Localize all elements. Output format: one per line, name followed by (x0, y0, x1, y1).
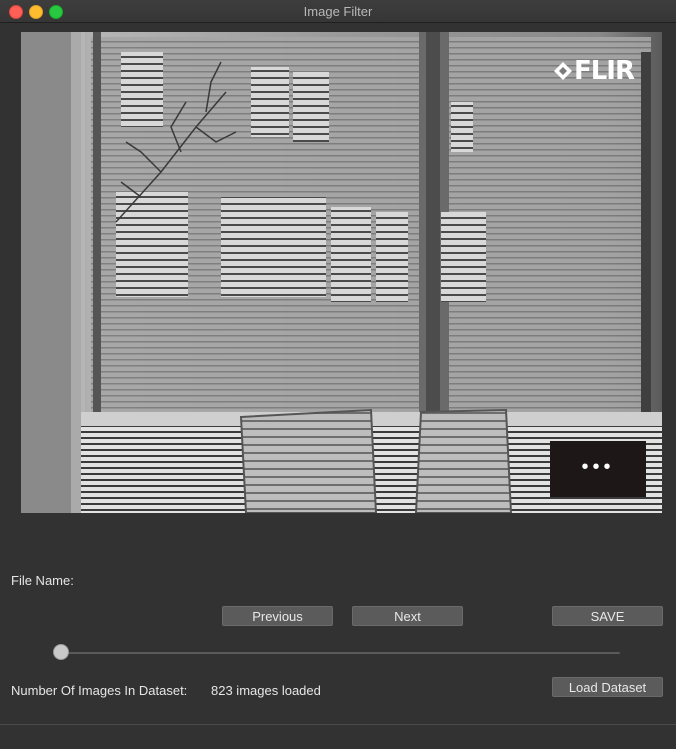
flir-logo-text: FLIR (573, 56, 635, 86)
flir-logo-mark-icon (553, 62, 572, 80)
previous-button[interactable]: Previous (222, 606, 333, 626)
next-button[interactable]: Next (352, 606, 463, 626)
more-horizontal-icon: ••• (581, 455, 615, 478)
title-bar[interactable]: Image Filter (0, 0, 676, 23)
image-count-value: 823 images loaded (211, 683, 321, 698)
thermal-image-view: FLIR ••• (21, 32, 662, 513)
image-count-label: Number Of Images In Dataset: (11, 683, 188, 698)
image-index-slider-track[interactable] (60, 652, 620, 654)
more-options-button[interactable]: ••• (550, 441, 646, 497)
load-dataset-button[interactable]: Load Dataset (552, 677, 663, 697)
window-title: Image Filter (303, 4, 373, 19)
flir-logo: FLIR (553, 56, 635, 86)
file-name-label: File Name: (11, 573, 74, 588)
app-window: Image Filter FLIR ••• File Name: Previou… (0, 0, 676, 749)
status-bar-divider (0, 724, 676, 725)
save-button[interactable]: SAVE (552, 606, 663, 626)
image-index-slider-handle[interactable] (53, 644, 69, 660)
